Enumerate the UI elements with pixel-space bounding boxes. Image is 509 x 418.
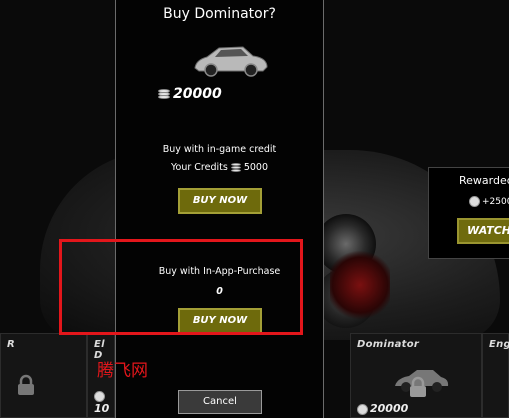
coin-stack-icon — [158, 88, 170, 100]
car-price: 20000 — [158, 86, 222, 102]
buy-with-credits-button[interactable]: BUY NOW — [178, 188, 262, 214]
car-card-r[interactable]: R — [0, 333, 87, 418]
rewarded-amount: +2500 — [469, 196, 509, 207]
watch-ad-button[interactable]: WATCH A — [457, 218, 509, 244]
highlight-box — [59, 239, 303, 335]
lock-icon — [18, 374, 34, 395]
your-credits: Your Credits 5000 — [170, 162, 269, 173]
dialog-title: Buy Dominator? — [163, 6, 276, 22]
car-card-title: R — [7, 339, 16, 350]
car-card-title: Eng — [489, 339, 509, 350]
watermark-text: 腾飞网 — [97, 361, 148, 381]
background-light — [330, 250, 390, 320]
car-card-price: 10 — [94, 389, 114, 415]
coin-icon — [469, 196, 480, 207]
car-card-eng[interactable]: Eng — [482, 333, 509, 418]
ingame-credit-label: Buy with in-game credit — [162, 144, 277, 155]
car-card-dominator[interactable]: Dominator 20000 — [350, 333, 482, 418]
coin-icon — [357, 403, 368, 415]
coin-stack-icon — [230, 163, 241, 172]
car-icon — [194, 46, 268, 77]
rewarded-panel: Rewarded +2500 WATCH A — [428, 167, 509, 259]
car-card-price: 20000 — [357, 402, 408, 415]
lock-icon — [410, 376, 426, 397]
car-card-title: Dominator — [357, 339, 420, 350]
cancel-button[interactable]: Cancel — [178, 390, 262, 414]
rewarded-title: Rewarded — [459, 174, 509, 187]
coin-icon — [94, 390, 105, 402]
